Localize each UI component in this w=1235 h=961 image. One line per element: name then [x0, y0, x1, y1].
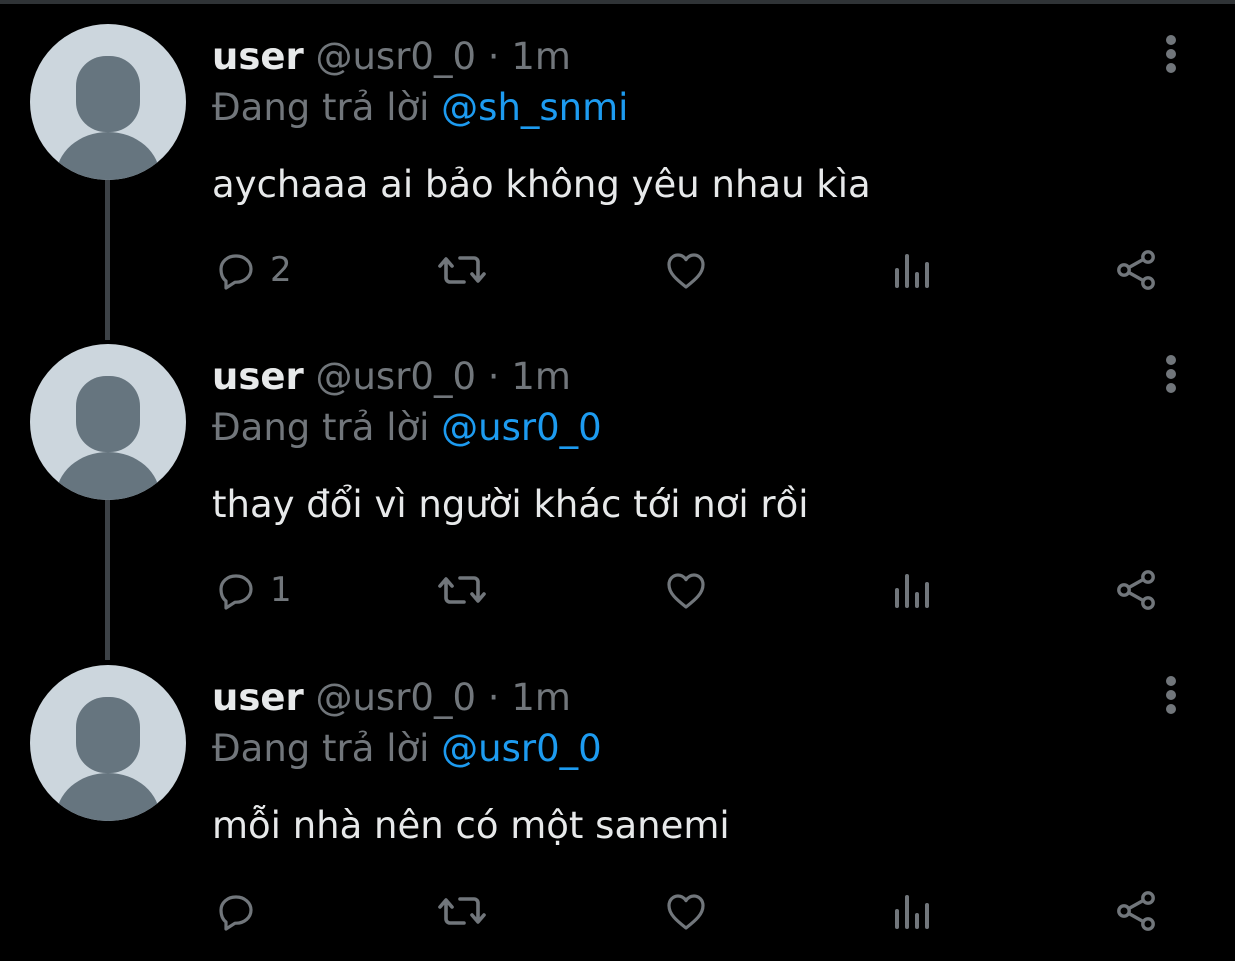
more-vertical-icon[interactable] [1156, 675, 1186, 715]
avatar-body [56, 773, 160, 821]
reply-button[interactable]: 1 [212, 564, 292, 616]
reply-prefix: Đang trả lời [212, 86, 430, 129]
share-icon [1112, 246, 1160, 294]
retweet-icon [436, 887, 488, 935]
retweet-icon [436, 566, 488, 614]
timestamp[interactable]: 1m [511, 35, 571, 78]
avatar[interactable] [30, 665, 186, 821]
avatar-head [76, 376, 140, 452]
tweet[interactable]: user @usr0_0 · 1m Đang trả lời @usr0_0 m… [0, 641, 1235, 961]
more-vertical-icon[interactable] [1156, 354, 1186, 394]
views-button[interactable] [888, 564, 936, 616]
avatar-head [76, 697, 140, 773]
avatar-head [76, 56, 140, 132]
reply-button[interactable]: 2 [212, 244, 292, 296]
avatar-body [56, 132, 160, 180]
reply-button[interactable] [212, 885, 270, 937]
display-name[interactable]: user [212, 676, 304, 719]
tweet-header: user @usr0_0 · 1m [212, 33, 571, 81]
retweet-icon [436, 246, 488, 294]
reply-icon [212, 566, 260, 614]
analytics-icon [888, 566, 936, 614]
action-bar: 1 [212, 564, 1172, 616]
reply-prefix: Đang trả lời [212, 727, 430, 770]
avatar[interactable] [30, 24, 186, 180]
share-icon [1112, 887, 1160, 935]
separator-dot: · [487, 355, 500, 398]
reply-count: 2 [270, 250, 292, 290]
retweet-button[interactable] [436, 244, 488, 296]
timestamp[interactable]: 1m [511, 355, 571, 398]
reply-prefix: Đang trả lời [212, 406, 430, 449]
analytics-icon [888, 246, 936, 294]
avatar[interactable] [30, 344, 186, 500]
display-name[interactable]: user [212, 355, 304, 398]
avatar-body [56, 452, 160, 500]
retweet-button[interactable] [436, 564, 488, 616]
like-button[interactable] [662, 564, 710, 616]
user-handle[interactable]: @usr0_0 [315, 35, 476, 78]
tweet-header: user @usr0_0 · 1m [212, 674, 571, 722]
heart-icon [662, 566, 710, 614]
reply-mention-link[interactable]: @usr0_0 [441, 727, 602, 770]
timestamp[interactable]: 1m [511, 676, 571, 719]
views-button[interactable] [888, 244, 936, 296]
reply-mention-link[interactable]: @sh_snmi [441, 86, 628, 129]
separator-dot: · [487, 35, 500, 78]
tweet-thread: user @usr0_0 · 1m Đang trả lời @sh_snmi … [0, 0, 1235, 961]
share-button[interactable] [1112, 885, 1160, 937]
heart-icon [662, 887, 710, 935]
reply-icon [212, 246, 260, 294]
tweet-header: user @usr0_0 · 1m [212, 353, 571, 401]
share-icon [1112, 566, 1160, 614]
display-name[interactable]: user [212, 35, 304, 78]
user-handle[interactable]: @usr0_0 [315, 676, 476, 719]
reply-context: Đang trả lời @usr0_0 [212, 404, 602, 452]
reply-context: Đang trả lời @usr0_0 [212, 725, 602, 773]
share-button[interactable] [1112, 564, 1160, 616]
action-bar [212, 885, 1172, 937]
tweet-text: mỗi nhà nên có một sanemi [212, 804, 730, 847]
analytics-icon [888, 887, 936, 935]
reply-context: Đang trả lời @sh_snmi [212, 84, 628, 132]
heart-icon [662, 246, 710, 294]
tweet-text: thay đổi vì người khác tới nơi rồi [212, 483, 809, 526]
tweet-text: aychaaa ai bảo không yêu nhau kìa [212, 163, 871, 206]
reply-icon [212, 887, 260, 935]
like-button[interactable] [662, 885, 710, 937]
views-button[interactable] [888, 885, 936, 937]
like-button[interactable] [662, 244, 710, 296]
share-button[interactable] [1112, 244, 1160, 296]
retweet-button[interactable] [436, 885, 488, 937]
more-vertical-icon[interactable] [1156, 34, 1186, 74]
separator-dot: · [487, 676, 500, 719]
tweet[interactable]: user @usr0_0 · 1m Đang trả lời @sh_snmi … [0, 0, 1235, 320]
action-bar: 2 [212, 244, 1172, 296]
user-handle[interactable]: @usr0_0 [315, 355, 476, 398]
reply-mention-link[interactable]: @usr0_0 [441, 406, 602, 449]
reply-count: 1 [270, 570, 292, 610]
tweet[interactable]: user @usr0_0 · 1m Đang trả lời @usr0_0 t… [0, 320, 1235, 640]
